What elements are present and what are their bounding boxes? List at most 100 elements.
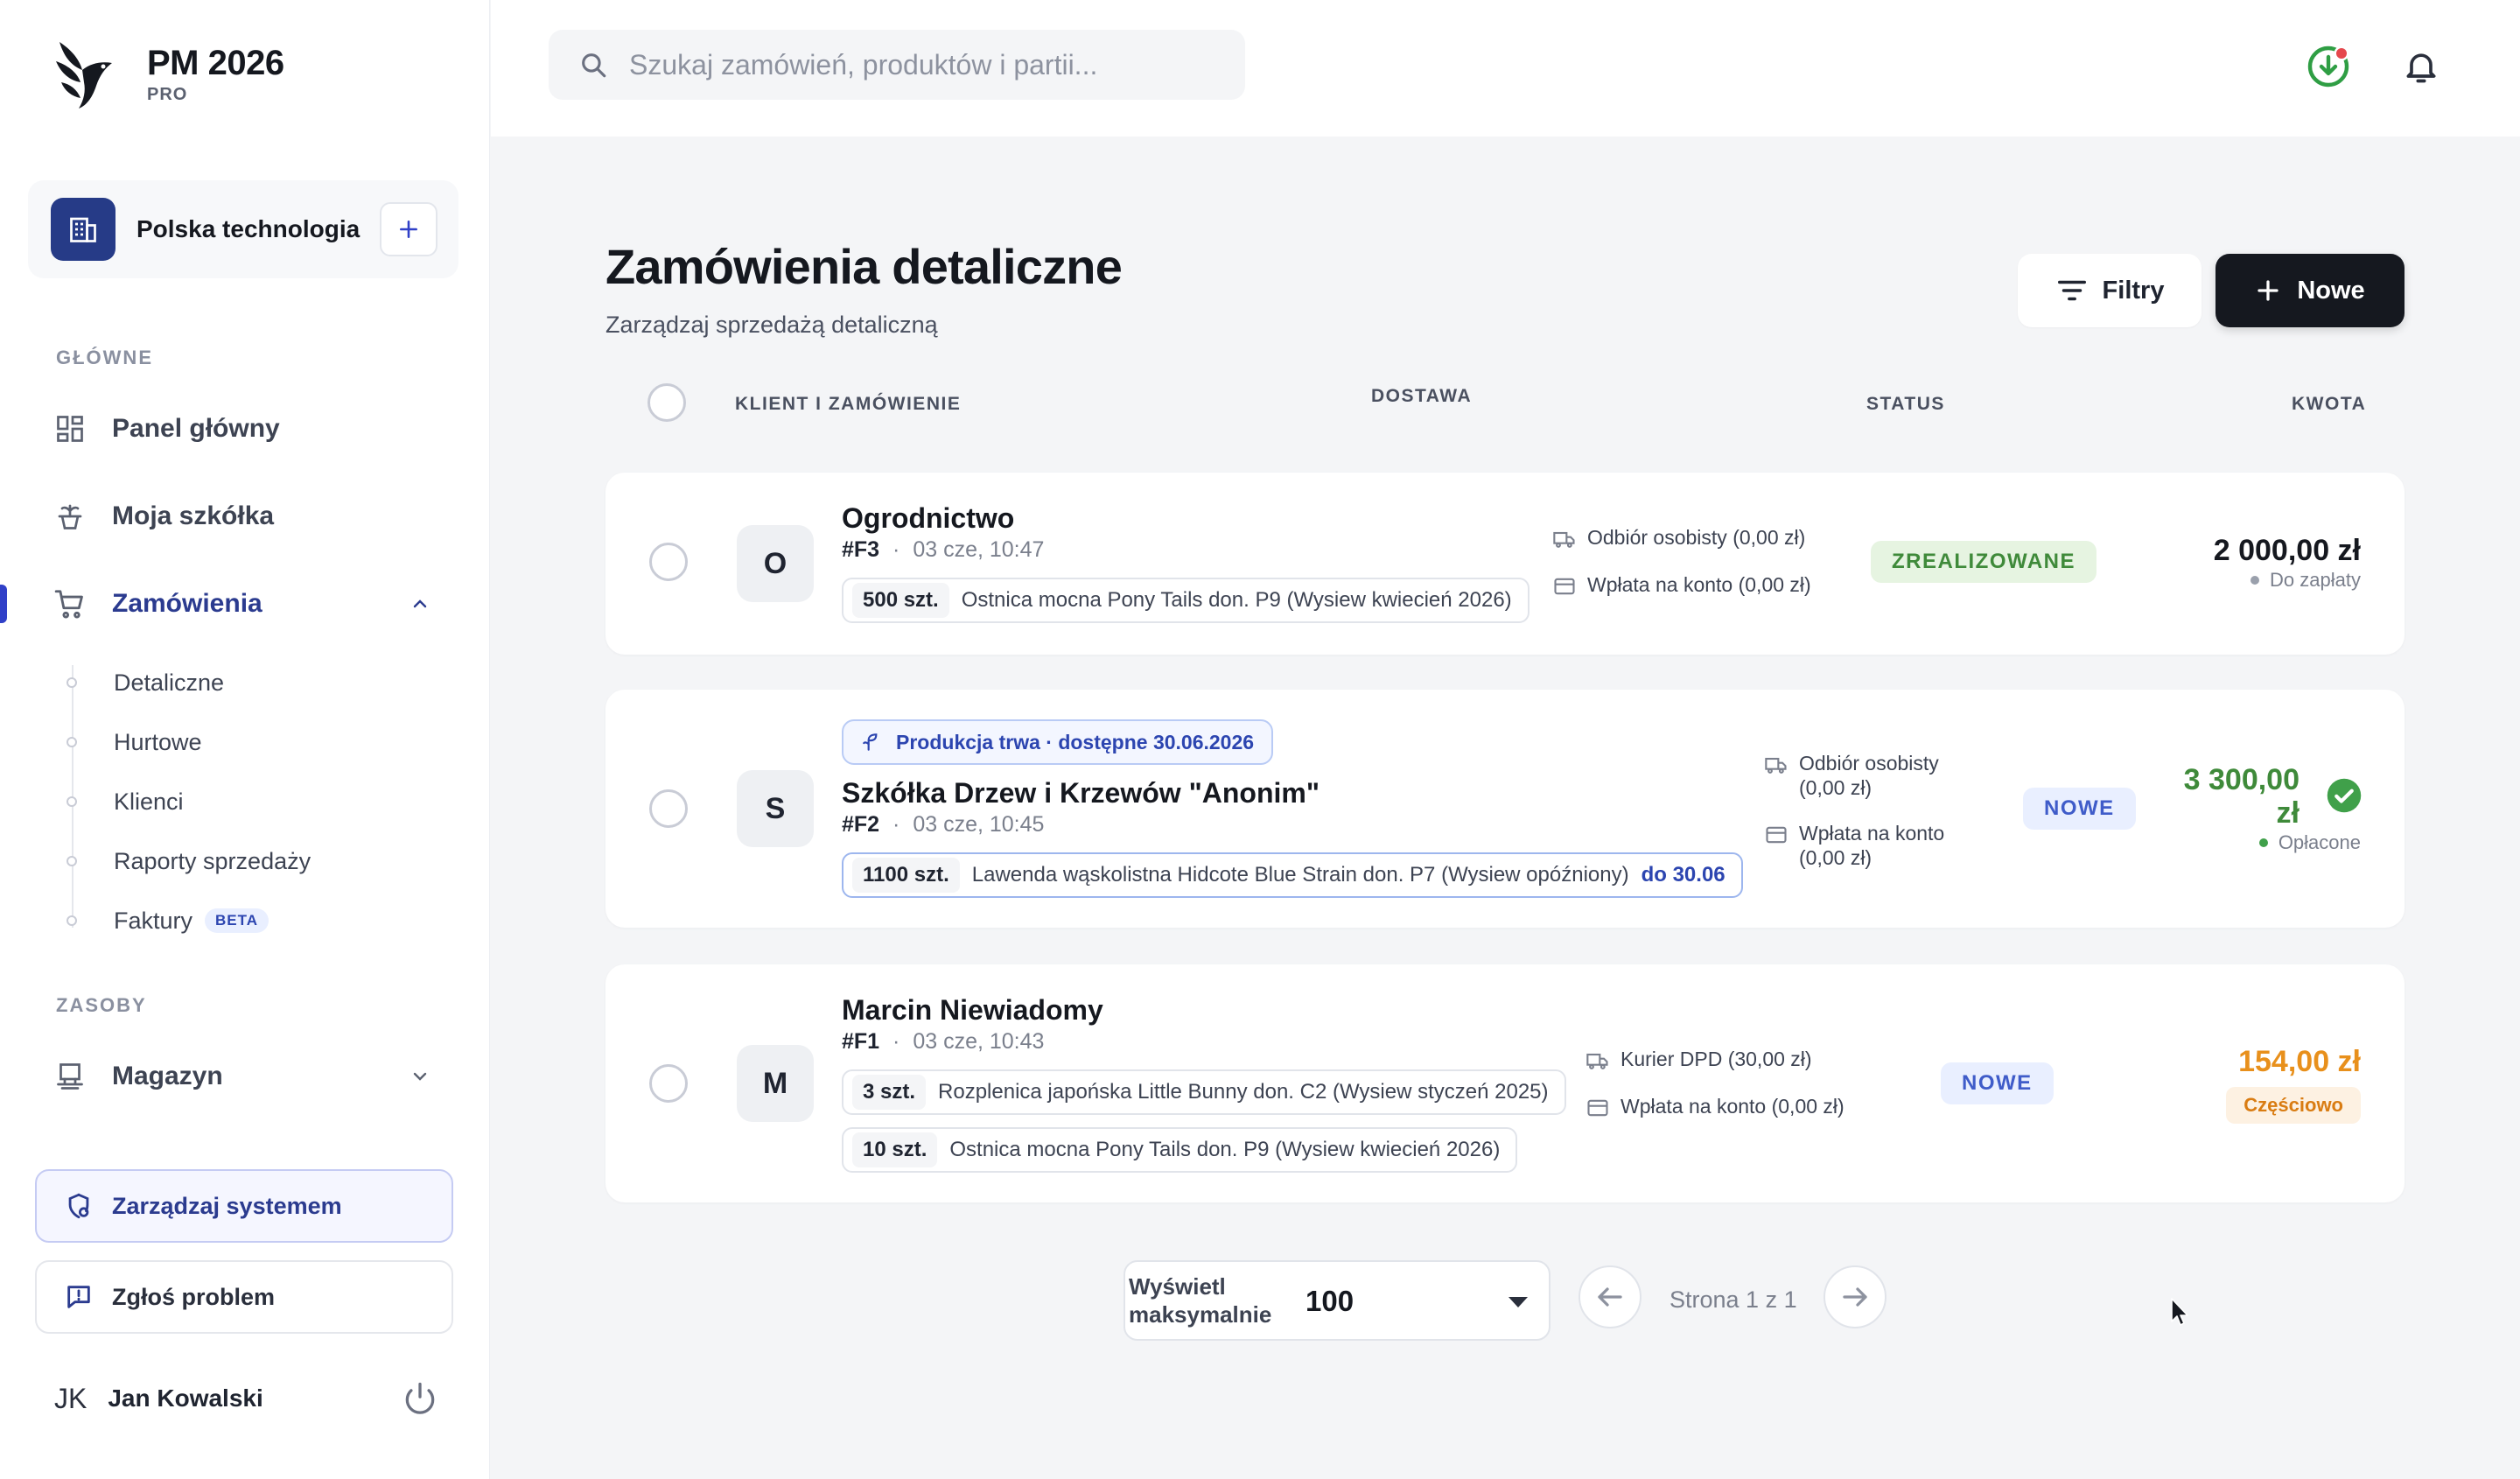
order-number: #F2 [842,812,880,837]
header-delivery: DOSTAWA [1371,386,1473,406]
building-icon [51,198,116,261]
sidebar: PM 2026 PRO Polska technologia GŁÓWNE Pa… [0,0,490,1479]
item-quantity: 3 szt. [852,1075,927,1110]
submenu-dot [66,796,77,807]
search-bar[interactable] [549,30,1245,100]
page-title: Zamówienia detaliczne [606,239,1123,294]
item-name: Ostnica mocna Pony Tails don. P9 (Wysiew… [961,588,1512,612]
status-badge: ZREALIZOWANE [1871,541,2096,583]
submenu-dot [66,915,77,926]
order-amount: 154,00 zł [2238,1045,2361,1078]
order-date: 03 cze, 10:47 [913,537,1045,562]
manage-system-button[interactable]: Zarządzaj systemem [35,1169,453,1243]
chevron-down-icon[interactable] [410,1066,430,1087]
submenu-dot [66,737,77,747]
organization-switcher[interactable]: Polska technologia [28,180,458,278]
card-icon [1552,574,1577,599]
new-order-button[interactable]: Nowe [2216,254,2404,327]
submenu-item-clients[interactable]: Klienci [66,784,184,819]
filter-icon [2057,280,2086,301]
row-checkbox[interactable] [649,1064,688,1103]
submenu-label: Hurtowe [114,728,202,755]
order-item-chip: 500 szt. Ostnica mocna Pony Tails don. P… [842,578,1530,623]
client-name[interactable]: Marcin Niewiadomy [842,994,1103,1027]
header-amount: KWOTA [2292,394,2367,414]
client-name[interactable]: Szkółka Drzew i Krzewów "Anonim" [842,777,1320,810]
report-problem-button[interactable]: Zgłoś problem [35,1260,453,1334]
chevron-up-icon[interactable] [410,593,430,614]
truck-icon [1586,1048,1610,1073]
status-badge: NOWE [2023,788,2136,830]
user-profile[interactable]: JK Jan Kowalski [54,1376,439,1421]
plus-icon [2258,280,2278,301]
submenu-dot [66,677,77,688]
add-organization-button[interactable] [380,202,438,256]
page-size-value: 100 [1306,1285,1354,1317]
download-sync-icon [2307,46,2349,88]
sidebar-item-dashboard[interactable]: Panel główny [52,403,438,455]
sidebar-item-orders[interactable]: Zamówienia [52,578,438,630]
next-page-button[interactable] [1824,1265,1886,1328]
manage-system-label: Zarządzaj systemem [112,1192,342,1219]
power-icon[interactable] [401,1379,439,1418]
submenu-item-wholesale[interactable]: Hurtowe [66,725,202,760]
header-status: STATUS [1866,394,1945,414]
status-dot [2250,576,2260,585]
previous-page-button[interactable] [1578,1265,1642,1328]
page-size-label: Wyświetl maksymalnie [1129,1273,1272,1328]
sidebar-item-label: Magazyn [112,1062,223,1090]
order-row[interactable]: M Marcin Niewiadomy #F1 · 03 cze, 10:43 … [606,964,2404,1202]
search-input[interactable] [629,48,1189,81]
card-icon [1586,1096,1610,1120]
truck-icon [1764,753,1788,777]
status-badge: NOWE [1941,1062,2054,1104]
order-row[interactable]: O Ogrodnictwo #F3 · 03 cze, 10:47 500 sz… [606,473,2404,655]
status-dot [2258,838,2268,847]
submenu-item-retail[interactable]: Detaliczne [66,665,224,700]
item-due-date: do 30.06 [1641,863,1726,887]
order-item-chip: 3 szt. Rozplenica japońska Little Bunny … [842,1069,1566,1115]
page-size-select[interactable]: Wyświetl maksymalnie 100 [1124,1260,1550,1341]
payment-state-badge: Częściowo [2226,1087,2361,1124]
meta-separator: · [892,537,900,562]
order-item-chip: 1100 szt. Lawenda wąskolistna Hidcote Bl… [842,852,1743,898]
payment-state-label: Opłacone [2278,831,2361,853]
report-problem-label: Zgłoś problem [112,1283,276,1310]
settings-shield-icon [61,1188,96,1223]
brand-logo[interactable]: PM 2026 PRO [52,37,284,110]
row-checkbox[interactable] [649,543,688,581]
submenu-label: Klienci [114,788,184,815]
brand-text: PM 2026 PRO [147,42,284,105]
notifications-button[interactable] [2398,44,2444,89]
filters-button[interactable]: Filtry [2018,254,2202,327]
sync-download-button[interactable] [2306,44,2351,89]
active-indicator [0,585,7,623]
mouse-cursor-icon [2171,1298,2188,1326]
select-all-checkbox[interactable] [648,383,686,422]
plus-icon [400,221,417,238]
meta-separator: · [892,1029,900,1054]
delivery-text-line: Odbiór osobisty [1799,752,1939,775]
cart-icon [52,586,88,621]
row-checkbox[interactable] [649,789,688,828]
payment-method: Wpłata na konto (0,00 zł) [1552,572,1811,599]
sidebar-item-nursery[interactable]: Moja szkółka [52,490,438,543]
sidebar-item-warehouse[interactable]: Magazyn [52,1050,438,1103]
delivery-text: Odbiór osobisty (0,00 zł) [1799,751,1939,800]
topbar [491,0,2520,137]
item-name: Ostnica mocna Pony Tails don. P9 (Wysiew… [949,1138,1501,1161]
payment-text: Wpłata na konto (0,00 zł) [1799,821,1944,870]
sidebar-item-label: Zamówienia [112,589,262,618]
search-icon [582,53,606,78]
payment-state-label: Do zapłaty [2270,569,2361,591]
order-row[interactable]: S Produkcja trwa · dostępne 30.06.2026 S… [606,690,2404,928]
submenu-item-invoices[interactable]: Faktury BETA [66,903,270,938]
check-circle-icon [2327,778,2362,813]
submenu-item-sales-reports[interactable]: Raporty sprzedaży [66,844,311,879]
filters-label: Filtry [2102,276,2165,305]
sidebar-item-label: Moja szkółka [112,501,275,530]
client-name[interactable]: Ogrodnictwo [842,502,1014,535]
delivery-method: Odbiór osobisty (0,00 zł) [1552,525,1805,551]
client-avatar: M [737,1045,814,1122]
client-avatar: O [737,525,814,602]
